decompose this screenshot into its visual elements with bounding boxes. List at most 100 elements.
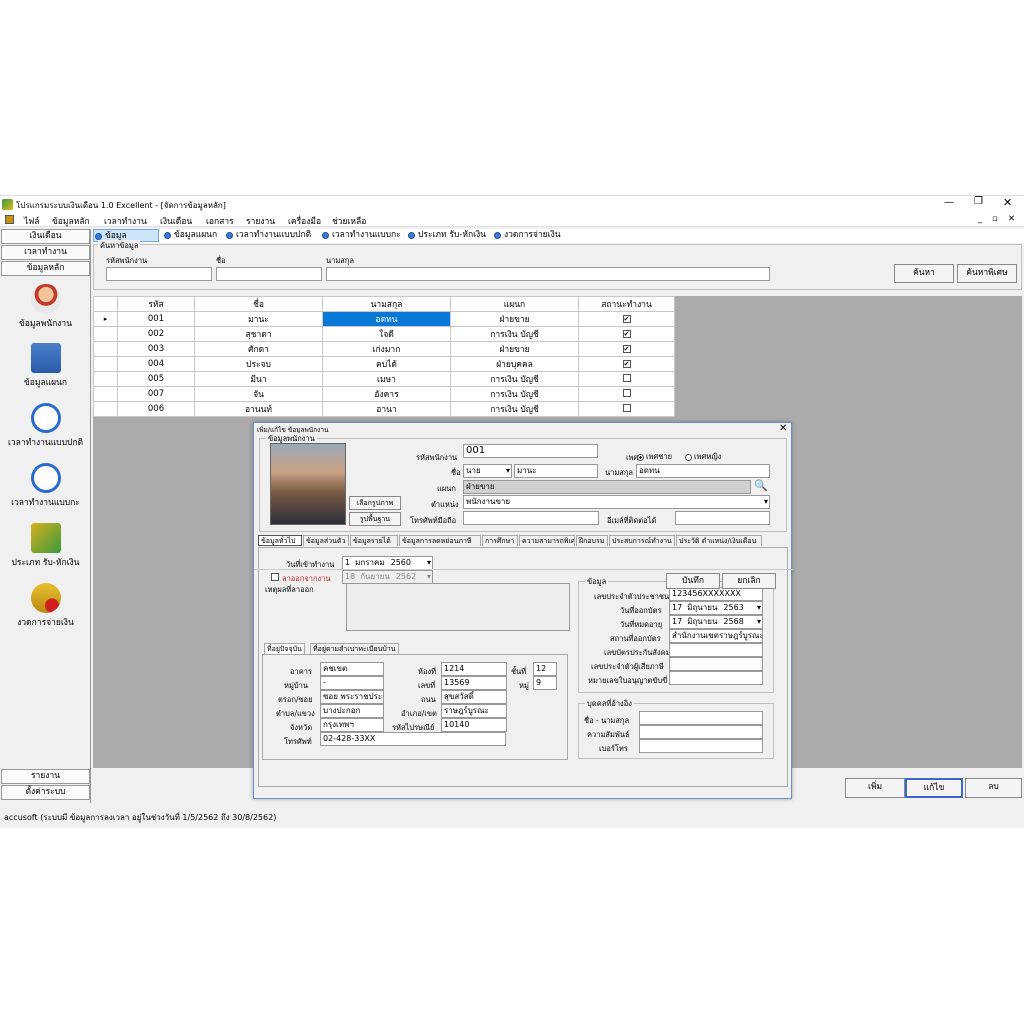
sidebar-item-pay-period[interactable]: งวดการจ่ายเงิน	[0, 583, 91, 629]
table-row[interactable]: 005 มีนา เมษา การเงิน บัญชี	[93, 371, 675, 387]
cell-name[interactable]: มีนา	[194, 371, 323, 387]
addr-tab-current[interactable]: ที่อยู่ปัจจุบัน	[264, 643, 305, 654]
cell-surname[interactable]: ใจดี	[322, 326, 451, 342]
issue-date-picker[interactable]: 17 มิถุนายน 2563	[669, 601, 763, 615]
tab-shift-time[interactable]: เวลาทำงานแบบกะ	[321, 229, 407, 242]
room-input[interactable]: 1214	[441, 662, 507, 676]
menu-help[interactable]: ช่วยเหลือ	[332, 214, 366, 228]
sidebar-btn-salary[interactable]: เงินเดือน	[1, 229, 90, 244]
road-input[interactable]: สุขสวัสดิ์	[441, 690, 507, 704]
start-date-picker[interactable]: 1 มกราคม 2560	[342, 556, 433, 570]
menu-master-data[interactable]: ข้อมูลหลัก	[52, 214, 90, 228]
cell-name[interactable]: มานะ	[194, 311, 323, 327]
row-indicator[interactable]	[93, 371, 118, 387]
row-indicator[interactable]	[93, 341, 118, 357]
save-button[interactable]: บันทึก	[666, 573, 720, 589]
subdistrict-input[interactable]: บางปะกอก	[320, 704, 384, 718]
alley-input[interactable]: ซอย พระราชประเสริฐ	[320, 690, 384, 704]
position-select[interactable]: พนักงานขาย	[463, 495, 770, 509]
cell-name[interactable]: ศักดา	[194, 341, 323, 357]
status-checkbox[interactable]: ✔	[622, 330, 631, 338]
row-indicator[interactable]	[93, 356, 118, 372]
cell-name[interactable]: จัน	[194, 386, 323, 402]
cell-dept[interactable]: การเงิน บัญชี	[450, 386, 579, 402]
search-code-input[interactable]	[106, 267, 212, 281]
subtab-4[interactable]: การศึกษา	[482, 535, 518, 546]
cell-code[interactable]: 005	[117, 371, 195, 387]
cell-status[interactable]: ✔	[578, 311, 675, 327]
search-button[interactable]: ค้นหา	[894, 264, 954, 283]
sidebar-item-normal-time[interactable]: เวลาทำงานแบบปกติ	[0, 403, 91, 449]
dialog-close-icon[interactable]: ✕	[779, 423, 787, 434]
table-row[interactable]: 002 สุชาดา ใจดี การเงิน บัญชี ✔	[93, 326, 675, 342]
prefix-select[interactable]: นาย	[463, 464, 512, 478]
col-header-status[interactable]: สถานะทำงาน	[578, 296, 675, 312]
idcard-input[interactable]: 123456XXXXXXX	[669, 587, 763, 601]
sidebar-btn-master[interactable]: ข้อมูลหลัก	[1, 261, 90, 276]
cell-code[interactable]: 002	[117, 326, 195, 342]
sidebar-item-employee[interactable]: ข้อมูลพนักงาน	[0, 284, 91, 330]
cell-status[interactable]: ✔	[578, 326, 675, 342]
cell-status[interactable]	[578, 401, 675, 417]
subtab-7[interactable]: ประสบการณ์ทำงาน	[609, 535, 675, 546]
status-checkbox[interactable]	[622, 388, 631, 397]
subtab-3[interactable]: ข้อมูลการลดหย่อนภาษี	[399, 535, 481, 546]
status-checkbox[interactable]	[622, 373, 631, 382]
cell-surname[interactable]: คบได้	[322, 356, 451, 372]
col-header-surname[interactable]: นามสกุล	[322, 296, 451, 312]
moo-input[interactable]: 9	[533, 676, 557, 690]
mdi-restore-icon[interactable]: ▫	[992, 214, 998, 224]
status-checkbox[interactable]: ✔	[622, 315, 631, 323]
tab-department[interactable]: ข้อมูลแผนก	[163, 229, 221, 242]
menu-app-icon[interactable]	[5, 215, 14, 224]
cell-code[interactable]: 004	[117, 356, 195, 372]
mdi-minimize-icon[interactable]: _	[978, 214, 982, 224]
advanced-search-button[interactable]: ค้นหาพิเศษ	[957, 264, 1017, 283]
table-row[interactable]: 006 อานนท์ อานา การเงิน บัญชี	[93, 401, 675, 417]
table-row[interactable]: 003 ศักดา เก่งมาก ฝ่ายขาย ✔	[93, 341, 675, 357]
status-checkbox[interactable]	[622, 403, 631, 412]
building-input[interactable]: คชเขต	[320, 662, 384, 676]
status-checkbox[interactable]: ✔	[622, 360, 631, 368]
sidebar-btn-reports[interactable]: รายงาน	[1, 769, 90, 784]
surname-input[interactable]: อดทน	[636, 464, 770, 478]
cell-dept[interactable]: การเงิน บัญชี	[450, 371, 579, 387]
subtab-1[interactable]: ข้อมูลส่วนตัว	[303, 535, 349, 546]
issue-place-input[interactable]: สำนักงานเขตราษฎร์บูรณะ	[669, 629, 763, 643]
col-header-dept[interactable]: แผนก	[450, 296, 579, 312]
menu-file[interactable]: ไฟล์	[24, 214, 40, 228]
menu-documents[interactable]: เอกสาร	[206, 214, 234, 228]
tel-input[interactable]: 02-428-33XX	[320, 732, 506, 746]
village-input[interactable]: -	[320, 676, 384, 690]
row-indicator[interactable]	[93, 386, 118, 402]
table-row[interactable]: ▸ 001 มานะ อดทน ฝ่ายขาย ✔	[93, 311, 675, 327]
cell-surname[interactable]: อดทน	[322, 311, 451, 327]
cell-name[interactable]: ประจบ	[194, 356, 323, 372]
choose-photo-button[interactable]: เลือกรูปภาพ	[349, 496, 401, 510]
sidebar-btn-settings[interactable]: ตั้งค่าระบบ	[1, 785, 90, 800]
addr-tab-registered[interactable]: ที่อยู่ตามสำเนาทะเบียนบ้าน	[310, 643, 399, 654]
menu-reports[interactable]: รายงาน	[246, 214, 275, 228]
minimize-icon[interactable]: —	[944, 197, 954, 208]
gender-male-radio[interactable]: เพศชาย	[637, 451, 672, 463]
email-input[interactable]	[675, 511, 770, 525]
col-header-name[interactable]: ชื่อ	[194, 296, 323, 312]
cell-dept[interactable]: การเงิน บัญชี	[450, 401, 579, 417]
add-button[interactable]: เพิ่ม	[845, 778, 905, 798]
gender-female-radio[interactable]: เพศหญิง	[685, 451, 721, 463]
mdi-close-icon[interactable]: ✕	[1008, 214, 1015, 224]
tab-pay-period[interactable]: งวดการจ่ายเงิน	[493, 229, 567, 242]
edit-button[interactable]: แก้ไข	[905, 778, 963, 798]
social-input[interactable]	[669, 643, 763, 657]
menu-worktime[interactable]: เวลาทำงาน	[104, 214, 147, 228]
houseno-input[interactable]: 13569	[441, 676, 507, 690]
cell-name[interactable]: อานนท์	[194, 401, 323, 417]
col-header-code[interactable]: รหัส	[117, 296, 195, 312]
cell-status[interactable]	[578, 371, 675, 387]
sidebar-item-income-deduct[interactable]: ประเภท รับ-หักเงิน	[0, 523, 91, 569]
cell-dept[interactable]: การเงิน บัญชี	[450, 326, 579, 342]
tax-input[interactable]	[669, 657, 763, 671]
expire-date-picker[interactable]: 17 มิถุนายน 2568	[669, 615, 763, 629]
cell-status[interactable]	[578, 386, 675, 402]
cell-code[interactable]: 007	[117, 386, 195, 402]
